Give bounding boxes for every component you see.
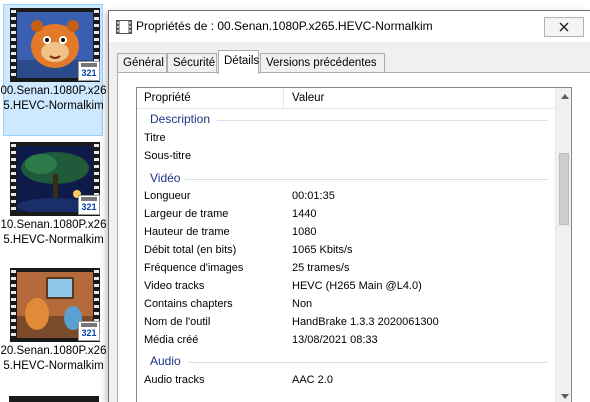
group-label: Audio: [150, 354, 181, 368]
group-header-audio[interactable]: Audio: [137, 350, 555, 372]
group-label: Vidéo: [150, 171, 181, 185]
property-row[interactable]: Fréquence d'images 25 trames/s: [137, 260, 555, 278]
property-name: Sous-titre: [144, 150, 192, 162]
video-file-icon: [116, 20, 132, 34]
property-row[interactable]: Nom de l'outil HandBrake 1.3.3 202006130…: [137, 314, 555, 332]
property-row[interactable]: Débit total (en bits) 1065 Kbits/s: [137, 242, 555, 260]
group-header-description[interactable]: Description: [137, 110, 555, 130]
properties-dialog: Propriétés de : 00.Senan.1080P.x265.HEVC…: [108, 10, 590, 402]
tab-details[interactable]: Détails: [218, 50, 259, 74]
property-value: AAC 2.0: [292, 374, 333, 386]
property-name: Video tracks: [144, 280, 205, 292]
property-name: Nom de l'outil: [144, 316, 211, 328]
file-name-label: 20.Senan.1080P.x265.HEVC-Normalkim: [0, 345, 107, 372]
media-player-badge-icon: 321: [78, 61, 100, 81]
tab-previous-versions[interactable]: Versions précédentes: [260, 53, 385, 73]
column-header-value[interactable]: Valeur: [285, 88, 555, 108]
tab-general[interactable]: Général: [117, 53, 167, 73]
property-row[interactable]: Hauteur de trame 1080: [137, 224, 555, 242]
tab-security[interactable]: Sécurité: [167, 53, 217, 73]
property-row[interactable]: Titre: [137, 130, 555, 148]
property-row[interactable]: Longueur 00:01:35: [137, 188, 555, 206]
property-value: 13/08/2021 08:33: [292, 334, 378, 346]
property-name: Longueur: [144, 190, 191, 202]
property-name: Titre: [144, 132, 166, 144]
property-row[interactable]: Sous-titre: [137, 148, 555, 166]
property-value: 00:01:35: [292, 190, 335, 202]
group-header-video[interactable]: Vidéo: [137, 166, 555, 188]
next-thumbnail-edge: [9, 396, 99, 402]
property-name: Contains chapters: [144, 298, 233, 310]
property-name: Hauteur de trame: [144, 226, 230, 238]
scroll-down-button[interactable]: [556, 388, 571, 402]
column-header-property[interactable]: Propriété: [137, 88, 284, 108]
arrow-up-icon: [560, 94, 569, 99]
property-rows: Description Titre Sous-titre Vidéo Longu…: [137, 110, 555, 390]
property-value: 1080: [292, 226, 317, 238]
close-button[interactable]: [544, 17, 584, 37]
property-row[interactable]: Média créé 13/08/2021 08:33: [137, 332, 555, 350]
property-name: Fréquence d'images: [144, 262, 244, 274]
file-name-label: 10.Senan.1080P.x265.HEVC-Normalkim: [0, 219, 107, 246]
property-value: Non: [292, 298, 313, 310]
scrollbar-thumb[interactable]: [559, 153, 569, 225]
group-label: Description: [150, 112, 211, 126]
property-name: Largeur de trame: [144, 208, 229, 220]
media-player-badge-icon: 321: [78, 195, 100, 215]
file-name-label: 00.Senan.1080P.x265.HEVC-Normalkim: [0, 85, 107, 112]
thumbnail-selection: 321: [3, 138, 103, 270]
details-panel: Propriété Valeur Description Titre Sous-…: [117, 72, 590, 402]
property-value: HandBrake 1.3.3 2020061300: [292, 316, 439, 328]
property-name: Débit total (en bits): [144, 244, 237, 256]
property-row[interactable]: Contains chapters Non: [137, 296, 555, 314]
media-player-badge-icon: 321: [78, 321, 100, 341]
property-name: Média créé: [144, 334, 199, 346]
dialog-title: Propriétés de : 00.Senan.1080P.x265.HEVC…: [136, 19, 433, 33]
group-divider: [189, 362, 547, 363]
property-value: 25 trames/s: [292, 262, 350, 274]
property-row[interactable]: Largeur de trame 1440: [137, 206, 555, 224]
scroll-up-button[interactable]: [556, 88, 571, 105]
group-divider: [185, 179, 547, 180]
property-row[interactable]: Video tracks HEVC (H265 Main @L4.0): [137, 278, 555, 296]
list-header: Propriété Valeur: [137, 88, 555, 109]
close-icon: [559, 22, 569, 32]
thumbnail-selection: 321: [3, 4, 103, 136]
file-thumbnail-list: 321 00.Senan.1080P.x265.HEVC-Normalkim 3…: [0, 0, 107, 402]
property-name: Audio tracks: [144, 374, 205, 386]
group-divider: [217, 120, 547, 121]
property-row[interactable]: Audio tracks AAC 2.0: [137, 372, 555, 390]
title-bar[interactable]: Propriétés de : 00.Senan.1080P.x265.HEVC…: [109, 11, 590, 42]
property-value: 1440: [292, 208, 317, 220]
vertical-scrollbar[interactable]: [555, 88, 571, 402]
arrow-down-icon: [560, 394, 569, 399]
property-value: 1065 Kbits/s: [292, 244, 353, 256]
property-value: HEVC (H265 Main @L4.0): [292, 280, 422, 292]
property-list[interactable]: Propriété Valeur Description Titre Sous-…: [136, 87, 572, 402]
thumbnail-selection: 321: [3, 264, 103, 396]
